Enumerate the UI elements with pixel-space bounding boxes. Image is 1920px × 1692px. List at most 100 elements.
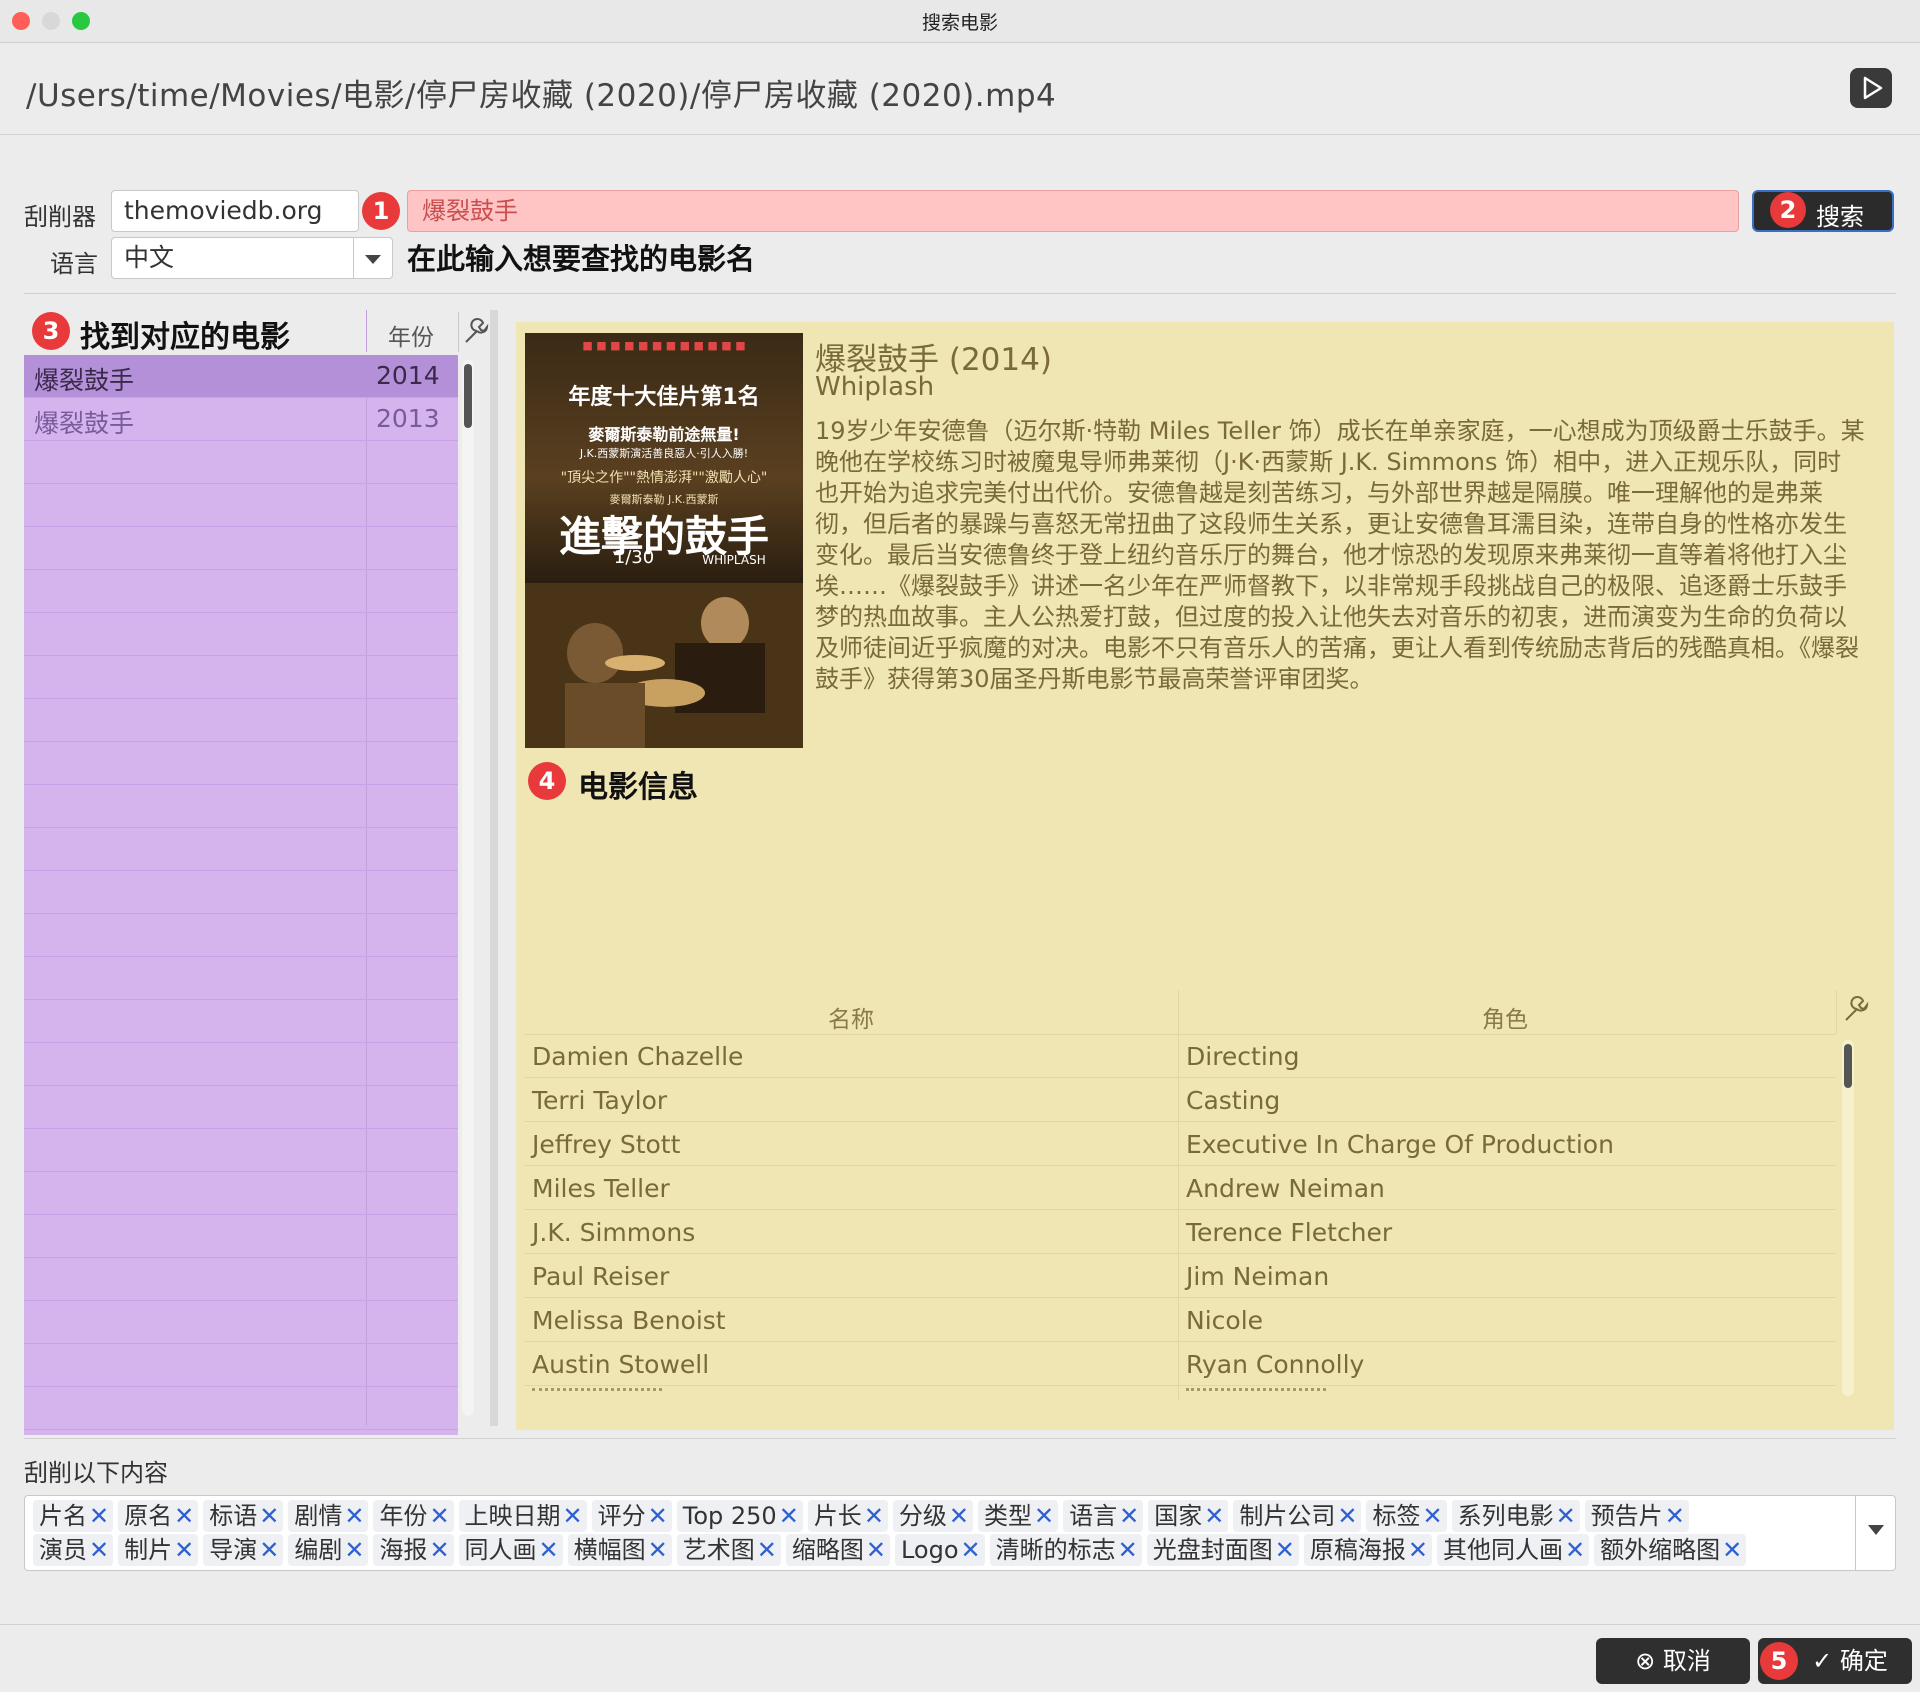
- poster-line: "頂尖之作""熱情澎湃""激勵人心": [560, 470, 768, 486]
- remove-tag-icon[interactable]: ✕: [1119, 1502, 1139, 1530]
- result-year: 2013: [376, 404, 440, 433]
- cast-row[interactable]: Jeffrey Stott Executive In Charge Of Prod…: [524, 1122, 1836, 1166]
- scrape-option-tag: 系列电影✕: [1451, 1500, 1580, 1532]
- step-badge-4: 4: [528, 762, 566, 800]
- remove-tag-icon[interactable]: ✕: [563, 1502, 583, 1530]
- tag-label: 标签: [1372, 1502, 1421, 1530]
- column-divider: [1836, 990, 1837, 1034]
- result-row[interactable]: 爆裂鼓手 2013: [24, 398, 458, 441]
- wrench-icon[interactable]: [1838, 994, 1870, 1026]
- year-column-header[interactable]: 年份: [388, 318, 434, 352]
- tag-label: 年份: [379, 1502, 428, 1530]
- result-year: 2014: [376, 361, 440, 390]
- remove-tag-icon[interactable]: ✕: [1565, 1536, 1585, 1564]
- remove-tag-icon[interactable]: ✕: [1118, 1536, 1138, 1564]
- remove-tag-icon[interactable]: ✕: [779, 1502, 799, 1530]
- tag-label: Logo: [900, 1536, 959, 1564]
- search-button-label: 搜索: [1816, 203, 1864, 231]
- remove-tag-icon[interactable]: ✕: [1422, 1502, 1442, 1530]
- remove-tag-icon[interactable]: ✕: [1337, 1502, 1357, 1530]
- cancel-circle-x-icon: ⊗: [1635, 1647, 1656, 1675]
- result-name: 爆裂鼓手: [34, 366, 135, 395]
- scrape-option-tag: 额外缩略图✕: [1594, 1534, 1747, 1566]
- cast-row[interactable]: Austin Stowell Ryan Connolly: [524, 1342, 1836, 1386]
- cast-scrollbar-thumb[interactable]: [1844, 1044, 1852, 1088]
- scrape-option-tag: 标签✕: [1366, 1500, 1447, 1532]
- remove-tag-icon[interactable]: ✕: [1556, 1502, 1576, 1530]
- result-row[interactable]: 爆裂鼓手 2014: [24, 355, 458, 398]
- remove-tag-icon[interactable]: ✕: [866, 1536, 886, 1564]
- scrape-option-tag: 原名✕: [118, 1500, 199, 1532]
- empty-result-row: [24, 871, 458, 914]
- remove-tag-icon[interactable]: ✕: [429, 1536, 449, 1564]
- tag-label: 剧情: [294, 1502, 343, 1530]
- results-scrollbar-thumb[interactable]: [464, 364, 472, 428]
- remove-tag-icon[interactable]: ✕: [174, 1502, 194, 1530]
- step-badge-5: 5: [1760, 1642, 1798, 1680]
- tag-label: 原稿海报: [1309, 1536, 1406, 1564]
- scrape-option-tag: 原稿海报✕: [1303, 1534, 1432, 1566]
- cancel-button-label: 取消: [1662, 1647, 1711, 1675]
- cast-row[interactable]: Paul Reiser Jim Neiman: [524, 1254, 1836, 1298]
- empty-result-row: [24, 1043, 458, 1086]
- play-button[interactable]: [1850, 68, 1892, 108]
- empty-result-row: [24, 570, 458, 613]
- chevron-down-icon[interactable]: [353, 238, 392, 278]
- remove-tag-icon[interactable]: ✕: [344, 1536, 364, 1564]
- tag-label: 类型: [984, 1502, 1033, 1530]
- remove-tag-icon[interactable]: ✕: [648, 1536, 668, 1564]
- search-input[interactable]: 爆裂鼓手: [407, 190, 1739, 232]
- scrape-option-tag: 语言✕: [1063, 1500, 1144, 1532]
- cast-row[interactable]: Terri Taylor Casting: [524, 1078, 1836, 1122]
- remove-tag-icon[interactable]: ✕: [1408, 1536, 1428, 1564]
- remove-tag-icon[interactable]: ✕: [1034, 1502, 1054, 1530]
- chevron-down-icon[interactable]: [1868, 1525, 1884, 1535]
- remove-tag-icon[interactable]: ✕: [174, 1536, 194, 1564]
- remove-tag-icon[interactable]: ✕: [949, 1502, 969, 1530]
- cast-row[interactable]: Damien Chazelle Directing: [524, 1034, 1836, 1078]
- cancel-button[interactable]: ⊗ 取消: [1596, 1638, 1750, 1684]
- cast-row[interactable]: Miles Teller Andrew Neiman: [524, 1166, 1836, 1210]
- scrape-option-tag: 同人画✕: [458, 1534, 563, 1566]
- scrape-option-tag: 横幅图✕: [567, 1534, 672, 1566]
- scrape-option-tag: 制片✕: [118, 1534, 199, 1566]
- split-handle[interactable]: [490, 310, 498, 1426]
- cast-name-header[interactable]: 名称: [828, 1000, 874, 1034]
- remove-tag-icon[interactable]: ✕: [259, 1502, 279, 1530]
- remove-tag-icon[interactable]: ✕: [429, 1502, 449, 1530]
- cast-row[interactable]: Melissa Benoist Nicole: [524, 1298, 1836, 1342]
- empty-result-row: [24, 527, 458, 570]
- scrape-options-box[interactable]: 片名✕ 原名✕ 标语✕ 剧情✕ 年份✕ 上映日期✕ 评分✕ Top 250✕ 片长✕ 分级✕ 类型✕…: [24, 1495, 1896, 1571]
- tag-label: 预告片: [1590, 1502, 1663, 1530]
- remove-tag-icon[interactable]: ✕: [1204, 1502, 1224, 1530]
- remove-tag-icon[interactable]: ✕: [344, 1502, 364, 1530]
- cast-role-header[interactable]: 角色: [1482, 1000, 1528, 1034]
- empty-result-row: [24, 699, 458, 742]
- remove-tag-icon[interactable]: ✕: [757, 1536, 777, 1564]
- scrape-option-tag: 年份✕: [373, 1500, 454, 1532]
- empty-result-row: [24, 441, 458, 484]
- cast-row-partial: [524, 1382, 1836, 1398]
- remove-tag-icon[interactable]: ✕: [89, 1536, 109, 1564]
- language-select[interactable]: 中文: [111, 237, 393, 279]
- remove-tag-icon[interactable]: ✕: [89, 1502, 109, 1530]
- search-button[interactable]: 2 搜索: [1752, 190, 1894, 232]
- empty-result-row: [24, 1086, 458, 1129]
- remove-tag-icon[interactable]: ✕: [648, 1502, 668, 1530]
- wrench-icon[interactable]: [458, 316, 490, 348]
- scrape-option-tag: 缩略图✕: [785, 1534, 890, 1566]
- ok-button[interactable]: 5 ✓ 确定: [1758, 1638, 1912, 1684]
- remove-tag-icon[interactable]: ✕: [1722, 1536, 1742, 1564]
- remove-tag-icon[interactable]: ✕: [961, 1536, 981, 1564]
- remove-tag-icon[interactable]: ✕: [1665, 1502, 1685, 1530]
- remove-tag-icon[interactable]: ✕: [259, 1536, 279, 1564]
- cast-scrollbar[interactable]: [1842, 1040, 1854, 1396]
- remove-tag-icon[interactable]: ✕: [864, 1502, 884, 1530]
- remove-tag-icon[interactable]: ✕: [539, 1536, 559, 1564]
- remove-tag-icon[interactable]: ✕: [1275, 1536, 1295, 1564]
- cast-row[interactable]: J.K. Simmons Terence Fletcher: [524, 1210, 1836, 1254]
- results-scrollbar[interactable]: [462, 360, 474, 1416]
- tag-label: 语言: [1069, 1502, 1118, 1530]
- poster-drummer-image: [525, 583, 803, 748]
- scraper-field[interactable]: themoviedb.org: [111, 190, 359, 232]
